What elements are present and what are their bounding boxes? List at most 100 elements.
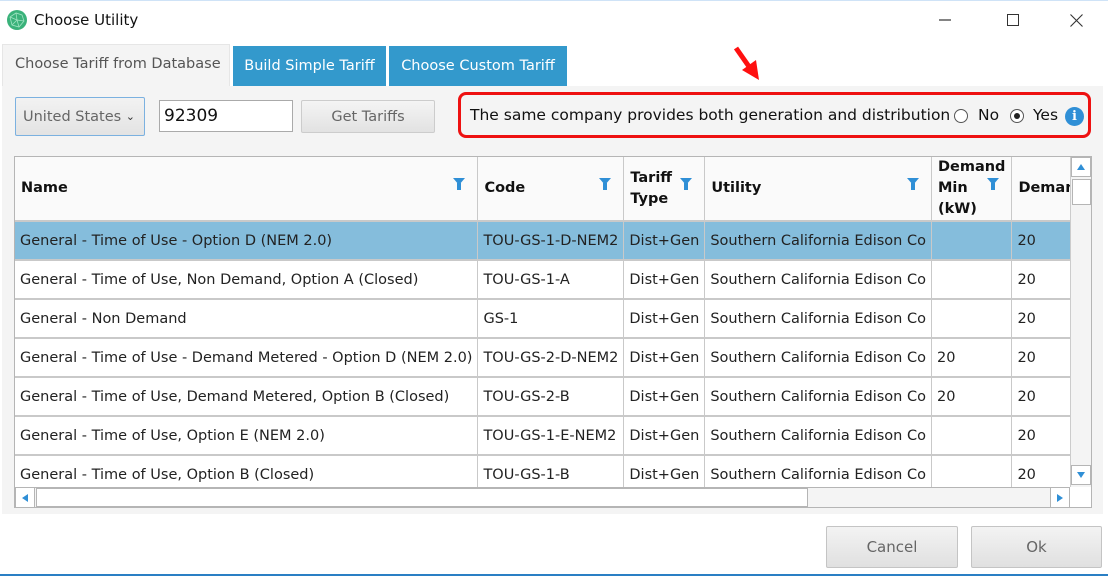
same-company-question: The same company provides both generatio…	[470, 106, 951, 124]
cell-type: Dist+Gen	[623, 455, 706, 487]
radio-no[interactable]	[954, 109, 968, 123]
table-header-row: Name Code Tariff Type Utility Demand Min…	[15, 157, 1070, 222]
chevron-down-icon: ⌄	[125, 110, 135, 123]
cell-code: TOU-GS-1-D-NEM2	[477, 221, 625, 261]
maximize-button[interactable]	[990, 2, 1036, 38]
column-header-name[interactable]: Name	[15, 157, 479, 222]
radio-yes[interactable]	[1010, 109, 1024, 123]
scroll-right-button[interactable]	[1050, 488, 1070, 507]
scroll-up-button[interactable]	[1071, 157, 1091, 177]
column-header-demand-max[interactable]: Demand Max	[1011, 157, 1070, 222]
cell-name: General - Time of Use, Demand Metered, O…	[15, 377, 479, 417]
filter-icon[interactable]	[987, 178, 1000, 190]
cell-utility: Southern California Edison Co	[704, 338, 932, 378]
cell-name: General - Time of Use, Option E (NEM 2.0…	[15, 416, 479, 456]
filter-icon[interactable]	[599, 178, 612, 190]
table-row[interactable]: General - Time of Use, Option B (Closed)…	[15, 455, 1070, 487]
tab-build-simple-tariff[interactable]: Build Simple Tariff	[233, 46, 386, 86]
table-row[interactable]: General - Time of Use, Demand Metered, O…	[15, 377, 1070, 417]
cell-utility: Southern California Edison Co	[704, 299, 932, 339]
cell-utility: Southern California Edison Co	[704, 455, 932, 487]
arrow-down-icon	[1077, 472, 1085, 478]
cell-dmin	[931, 455, 1013, 487]
info-icon[interactable]: i	[1065, 107, 1084, 126]
arrow-left-icon	[22, 493, 28, 502]
cell-dmax: 20	[1011, 338, 1070, 378]
cell-type: Dist+Gen	[623, 377, 706, 417]
cell-dmin	[931, 416, 1013, 456]
arrow-right-icon	[1057, 493, 1063, 502]
annotation-arrow-icon	[733, 46, 759, 80]
close-icon	[1069, 13, 1083, 27]
table-row[interactable]: General - Time of Use - Option D (NEM 2.…	[15, 221, 1070, 261]
radio-no-label[interactable]: No	[978, 106, 999, 124]
tab-choose-from-database[interactable]: Choose Tariff from Database	[2, 44, 230, 86]
cell-type: Dist+Gen	[623, 299, 706, 339]
cell-dmax: 20	[1011, 377, 1070, 417]
vertical-scroll-thumb[interactable]	[1072, 179, 1091, 205]
cancel-button[interactable]: Cancel	[826, 526, 958, 568]
cell-name: General - Time of Use, Option B (Closed)	[15, 455, 479, 487]
cell-type: Dist+Gen	[623, 221, 706, 261]
table-row[interactable]: General - Time of Use, Non Demand, Optio…	[15, 260, 1070, 300]
cell-name: General - Time of Use, Non Demand, Optio…	[15, 260, 479, 300]
cell-dmax: 20	[1011, 299, 1070, 339]
radio-yes-label[interactable]: Yes	[1033, 106, 1058, 124]
cell-dmax: 20	[1011, 221, 1070, 261]
scroll-left-button[interactable]	[15, 488, 35, 507]
column-header-tariff-type[interactable]: Tariff Type	[623, 157, 706, 222]
filter-icon[interactable]	[453, 178, 466, 190]
cell-dmax: 20	[1011, 260, 1070, 300]
vertical-scrollbar[interactable]	[1070, 157, 1091, 487]
scroll-down-button[interactable]	[1071, 465, 1091, 485]
cell-code: GS-1	[477, 299, 625, 339]
table-row[interactable]: General - Time of Use - Demand Metered -…	[15, 338, 1070, 378]
minimize-icon	[939, 19, 951, 21]
cell-dmin: 20	[931, 338, 1013, 378]
column-header-utility[interactable]: Utility	[704, 157, 932, 222]
radio-selected-dot	[1014, 113, 1020, 119]
title-bar[interactable]: Choose Utility	[0, 1, 1108, 39]
cell-utility: Southern California Edison Co	[704, 416, 932, 456]
horizontal-scrollbar[interactable]	[15, 487, 1070, 507]
cell-type: Dist+Gen	[623, 338, 706, 378]
cell-dmin	[931, 299, 1013, 339]
tariff-grid: Name Code Tariff Type Utility Demand Min…	[15, 157, 1070, 487]
cell-dmin: 20	[931, 377, 1013, 417]
tariff-table: Name Code Tariff Type Utility Demand Min…	[14, 156, 1092, 508]
cell-dmin	[931, 221, 1013, 261]
cell-code: TOU-GS-2-B	[477, 377, 625, 417]
cell-utility: Southern California Edison Co	[704, 260, 932, 300]
column-header-code[interactable]: Code	[477, 157, 625, 222]
cell-code: TOU-GS-2-D-NEM2	[477, 338, 625, 378]
cell-name: General - Time of Use - Demand Metered -…	[15, 338, 479, 378]
get-tariffs-button[interactable]: Get Tariffs	[301, 100, 435, 133]
ok-button[interactable]: Ok	[971, 526, 1102, 568]
arrow-up-icon	[1077, 164, 1085, 170]
cell-type: Dist+Gen	[623, 416, 706, 456]
app-logo-icon	[7, 10, 27, 30]
cell-type: Dist+Gen	[623, 260, 706, 300]
table-row[interactable]: General - Time of Use, Option E (NEM 2.0…	[15, 416, 1070, 456]
cell-dmin	[931, 260, 1013, 300]
maximize-icon	[1007, 14, 1019, 26]
close-button[interactable]	[1053, 2, 1099, 38]
cell-code: TOU-GS-1-B	[477, 455, 625, 487]
filter-icon[interactable]	[680, 178, 693, 190]
cell-utility: Southern California Edison Co	[704, 377, 932, 417]
tab-choose-custom-tariff[interactable]: Choose Custom Tariff	[389, 46, 567, 86]
cell-code: TOU-GS-1-A	[477, 260, 625, 300]
minimize-button[interactable]	[922, 2, 968, 38]
window-title: Choose Utility	[34, 11, 139, 29]
filter-icon[interactable]	[906, 178, 919, 190]
cell-name: General - Time of Use - Option D (NEM 2.…	[15, 221, 479, 261]
column-header-demand-min[interactable]: Demand Min (kW)	[931, 157, 1013, 222]
cell-dmax: 20	[1011, 455, 1070, 487]
cell-name: General - Non Demand	[15, 299, 479, 339]
table-row[interactable]: General - Non Demand GS-1 Dist+Gen Southern…	[15, 299, 1070, 339]
horizontal-scroll-thumb[interactable]	[36, 488, 808, 507]
cell-utility: Southern California Edison Co	[704, 221, 932, 261]
cell-code: TOU-GS-1-E-NEM2	[477, 416, 625, 456]
country-select[interactable]: United States ⌄	[15, 97, 145, 136]
zip-code-input[interactable]: 92309	[159, 100, 293, 132]
